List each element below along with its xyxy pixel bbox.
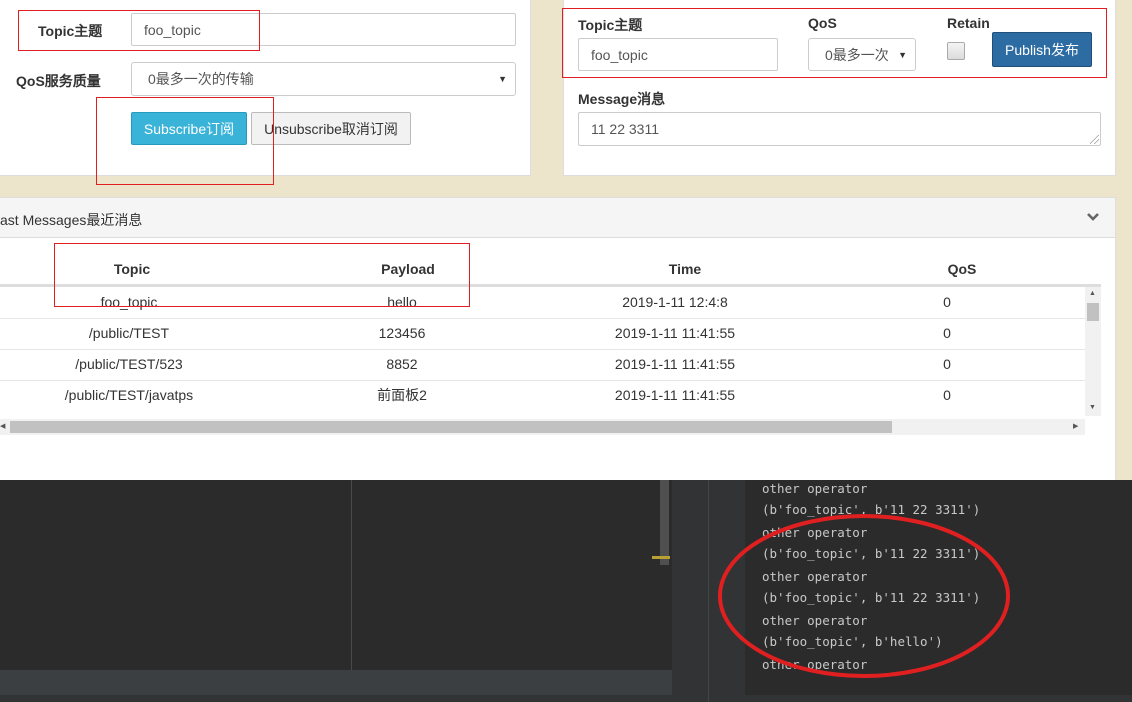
cell-qos: 0 — [943, 325, 951, 341]
horizontal-scrollbar-thumb[interactable] — [10, 421, 892, 433]
column-header-time: Time — [668, 261, 702, 277]
subscribe-qos-value: 0最多一次的传输 — [148, 71, 254, 87]
annotation-box-subscribe-topic — [18, 10, 260, 51]
scroll-down-arrow-icon[interactable]: ▼ — [1089, 404, 1096, 411]
chevron-down-icon: ▼ — [498, 74, 507, 84]
ide-gutter-line — [708, 480, 709, 702]
cell-time: 2019-1-11 11:41:55 — [614, 356, 736, 372]
scroll-left-arrow-icon[interactable]: ◀ — [0, 422, 5, 430]
cell-topic: /public/TEST — [88, 325, 170, 341]
scroll-right-arrow-icon[interactable]: ▶ — [1073, 422, 1078, 430]
cell-payload: 前面板2 — [377, 387, 427, 403]
vertical-scrollbar-thumb[interactable] — [1087, 303, 1099, 321]
table-row[interactable]: /public/TEST/523 8852 2019-1-11 11:41:55… — [0, 349, 1085, 381]
unsubscribe-button[interactable]: Unsubscribe取消订阅 — [251, 112, 411, 145]
message-label: Message消息 — [578, 91, 666, 107]
scroll-up-arrow-icon[interactable]: ▲ — [1089, 290, 1096, 297]
cell-payload: 123456 — [378, 325, 426, 341]
annotation-box-publish-form — [562, 8, 1107, 78]
cell-topic: /public/TEST/javatps — [64, 387, 194, 403]
cell-topic: /public/TEST/523 — [75, 356, 183, 372]
ide-editor-area — [0, 480, 672, 670]
vertical-scrollbar[interactable]: ▲ ▼ — [1085, 287, 1101, 416]
ide-scroll-marker — [652, 556, 670, 559]
cell-qos: 0 — [943, 294, 951, 310]
table-row[interactable]: /public/TEST 123456 2019-1-11 11:41:55 0 — [0, 318, 1085, 350]
annotation-box-table-header — [54, 243, 470, 307]
message-textarea[interactable]: 11 22 3311 — [578, 112, 1101, 146]
ide-editor-divider — [351, 480, 352, 670]
subscribe-qos-select[interactable]: 0最多一次的传输 ▼ — [131, 62, 516, 96]
cell-qos: 0 — [943, 356, 951, 372]
annotation-ellipse — [718, 514, 1010, 678]
console-line: other operator — [762, 481, 868, 496]
subscribe-qos-label: QoS服务质量 — [16, 73, 101, 89]
annotation-box-subscribe-button — [96, 97, 274, 185]
horizontal-scrollbar[interactable]: ◀ ▶ — [0, 419, 1085, 435]
collapse-chevron-icon[interactable] — [1086, 210, 1100, 222]
ide-bottom-edge — [0, 695, 1132, 702]
column-header-qos: QoS — [947, 261, 977, 277]
table-row[interactable]: /public/TEST/javatps 前面板2 2019-1-11 11:4… — [0, 380, 1085, 411]
ide-editor-scrollbar-thumb[interactable] — [660, 480, 669, 565]
cell-qos: 0 — [943, 387, 951, 403]
resize-handle-icon[interactable] — [1090, 135, 1099, 144]
cell-time: 2019-1-11 11:41:55 — [614, 387, 736, 403]
cell-payload: 8852 — [386, 356, 418, 372]
cell-time: 2019-1-11 12:4:8 — [622, 294, 728, 310]
messages-title: ast Messages最近消息 — [0, 212, 143, 228]
messages-header-bar — [0, 198, 1115, 238]
cell-time: 2019-1-11 11:41:55 — [614, 325, 736, 341]
